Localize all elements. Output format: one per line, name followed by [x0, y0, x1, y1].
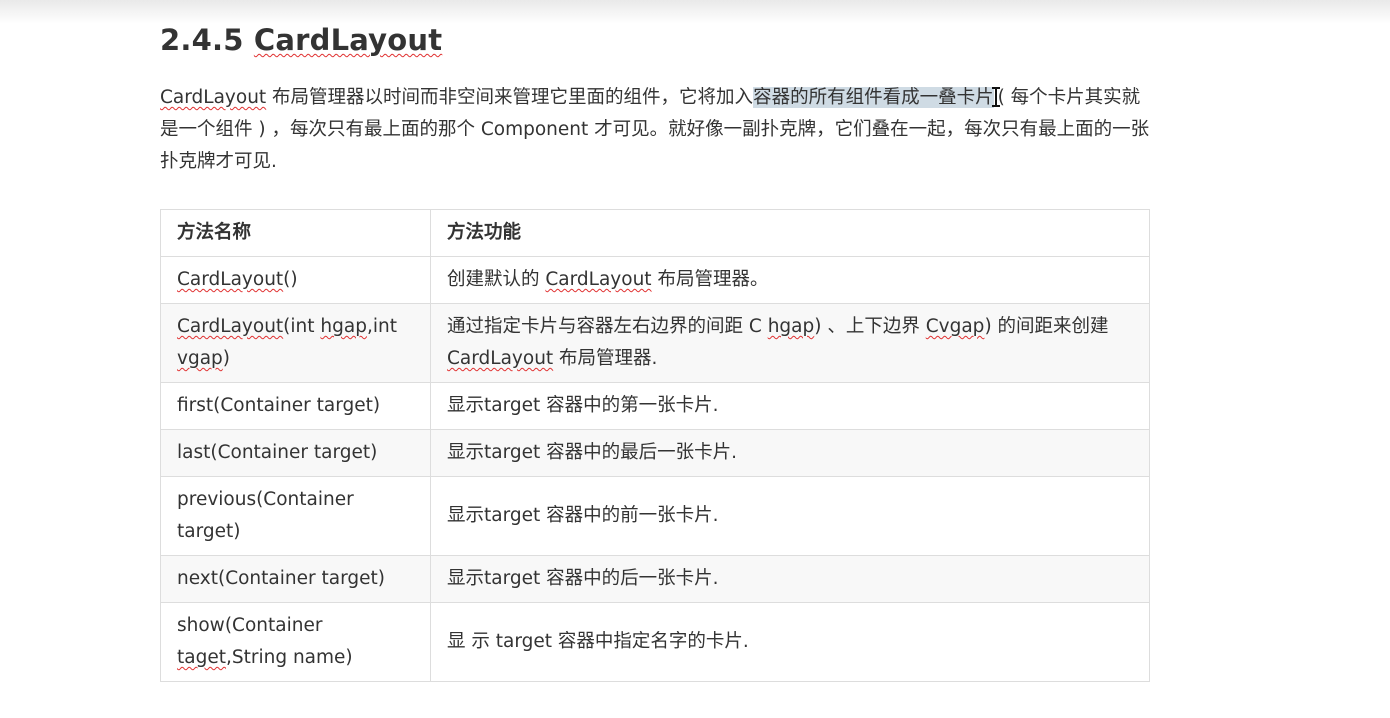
- cell-text: show(Container: [177, 615, 323, 636]
- spellcheck-term: Cvgap: [925, 316, 985, 337]
- method-function-cell: 创建默认的 CardLayout 布局管理器。: [430, 256, 1150, 304]
- table-row: CardLayout(int hgap,int vgap) 通过指定卡片与容器左右…: [160, 303, 1150, 383]
- text-cursor-icon: [991, 87, 1000, 107]
- table-body: CardLayout() 创建默认的 CardLayout 布局管理器。 CardL…: [160, 256, 1150, 682]
- table-row: previous(Container target) 显示target 容器中的前…: [160, 476, 1150, 556]
- intro-text-a: 布局管理器以时间而非空间来管理它里面的组件，它将加入: [266, 87, 754, 108]
- spellcheck-term: taget: [177, 647, 226, 668]
- spellcheck-term: CardLayout: [177, 269, 284, 290]
- cell-text: first(Container target): [177, 395, 381, 416]
- method-name-cell: last(Container target): [160, 429, 431, 477]
- cell-text: last(Container target): [177, 442, 378, 463]
- cell-text: 显示target 容器中的最后一张卡片.: [447, 442, 738, 463]
- cell-text: ) 的间距来创建: [984, 316, 1109, 337]
- cell-text: (): [283, 269, 298, 290]
- table-row: next(Container target) 显示target 容器中的后一张卡片…: [160, 555, 1150, 603]
- selected-text: 容器的所有组件看成一叠卡片: [753, 87, 994, 108]
- intro-term: CardLayout: [160, 87, 267, 108]
- cell-text: 显示target 容器中的第一张卡片.: [447, 395, 719, 416]
- cell-text: ,String name): [225, 647, 353, 668]
- cell-text: 创建默认的: [447, 269, 546, 290]
- table-row: show(Container taget,String name) 显 示 tar…: [160, 602, 1150, 682]
- spellcheck-term: hgap: [767, 316, 815, 337]
- spellcheck-term: CardLayout: [447, 348, 554, 369]
- table-header-row: 方法名称 方法功能: [160, 209, 1150, 257]
- cell-text: next(Container target): [177, 568, 385, 589]
- cell-text: 布局管理器.: [553, 348, 658, 369]
- method-function-cell: 显 示 target 容器中指定名字的卡片.: [430, 602, 1150, 682]
- table-row: CardLayout() 创建默认的 CardLayout 布局管理器。: [160, 256, 1150, 304]
- spellcheck-term: CardLayout: [545, 269, 652, 290]
- method-function-cell: 通过指定卡片与容器左右边界的间距 C hgap) 、上下边界 Cvgap) 的间…: [430, 303, 1150, 383]
- table-row: first(Container target) 显示target 容器中的第一张卡…: [160, 382, 1150, 430]
- cell-text: (int: [283, 316, 321, 337]
- cell-text: ) 、上下边界: [814, 316, 926, 337]
- spellcheck-term: vgap: [177, 348, 223, 369]
- methods-table: 方法名称 方法功能 CardLayout() 创建默认的 CardLayout 布…: [160, 209, 1150, 682]
- section-title: CardLayout: [253, 23, 443, 57]
- method-name-cell: CardLayout(): [160, 256, 431, 304]
- table-row: last(Container target) 显示target 容器中的最后一张卡…: [160, 429, 1150, 477]
- document-content: 2.4.5 CardLayout CardLayout 布局管理器以时间而非空间…: [160, 20, 1150, 682]
- section-number: 2.4.5: [160, 23, 244, 57]
- header-method-name: 方法名称: [160, 209, 431, 257]
- method-function-cell: 显示target 容器中的第一张卡片.: [430, 382, 1150, 430]
- cell-text: 显示target 容器中的前一张卡片.: [447, 505, 719, 526]
- spellcheck-term: hgap: [320, 316, 367, 337]
- method-name-cell: show(Container taget,String name): [160, 602, 431, 682]
- intro-paragraph: CardLayout 布局管理器以时间而非空间来管理它里面的组件，它将加入容器的…: [160, 82, 1150, 178]
- method-function-cell: 显示target 容器中的最后一张卡片.: [430, 429, 1150, 477]
- section-heading: 2.4.5 CardLayout: [160, 20, 1150, 60]
- cell-text: ): [222, 348, 230, 369]
- method-name-cell: next(Container target): [160, 555, 431, 603]
- cell-text: 通过指定卡片与容器左右边界的间距 C: [447, 316, 768, 337]
- method-name-cell: previous(Container target): [160, 476, 431, 556]
- method-name-cell: first(Container target): [160, 382, 431, 430]
- cell-text: previous(Container target): [177, 489, 354, 542]
- cell-text: 显 示 target 容器中指定名字的卡片.: [447, 631, 749, 652]
- cell-text: 布局管理器。: [651, 269, 769, 290]
- method-name-cell: CardLayout(int hgap,int vgap): [160, 303, 431, 383]
- method-function-cell: 显示target 容器中的后一张卡片.: [430, 555, 1150, 603]
- cell-text: 显示target 容器中的后一张卡片.: [447, 568, 719, 589]
- cell-text: ,int: [366, 316, 397, 337]
- spellcheck-term: CardLayout: [177, 316, 284, 337]
- method-function-cell: 显示target 容器中的前一张卡片.: [430, 476, 1150, 556]
- header-method-function: 方法功能: [430, 209, 1150, 257]
